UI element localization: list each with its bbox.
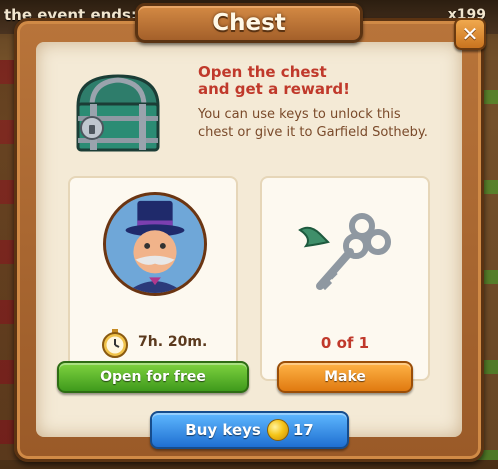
- dialog-heading: Open the chest and get a reward!: [198, 64, 408, 98]
- chest-icon: [76, 74, 160, 152]
- make-button[interactable]: Make: [277, 361, 413, 393]
- character-icon: [106, 195, 204, 293]
- character-portrait: [103, 192, 207, 296]
- close-icon: ✕: [461, 22, 479, 46]
- timer-text: 7h. 20m.: [138, 334, 208, 350]
- close-button[interactable]: ✕: [454, 18, 486, 50]
- timer: 7h. 20m.: [100, 328, 220, 358]
- dialog-description: You can use keys to unlock this chest or…: [198, 107, 428, 140]
- heading-line-2: and get a reward!: [198, 80, 350, 98]
- buy-keys-price: 17: [292, 421, 314, 439]
- open-for-free-button[interactable]: Open for free: [57, 361, 249, 393]
- make-key-card: 0 of 1: [260, 176, 430, 381]
- heading-line-1: Open the chest: [198, 63, 327, 81]
- coin-icon: [266, 419, 289, 441]
- stopwatch-icon: [102, 329, 128, 358]
- buy-keys-label: Buy keys: [185, 421, 261, 439]
- dialog-title: Chest: [212, 10, 286, 36]
- title-banner: Chest: [135, 3, 363, 43]
- key-icon: [298, 213, 391, 291]
- free-open-card: 7h. 20m.: [68, 176, 238, 381]
- key-progress-text: 0 of 1: [320, 334, 370, 352]
- buy-keys-button[interactable]: Buy keys 17: [150, 411, 349, 449]
